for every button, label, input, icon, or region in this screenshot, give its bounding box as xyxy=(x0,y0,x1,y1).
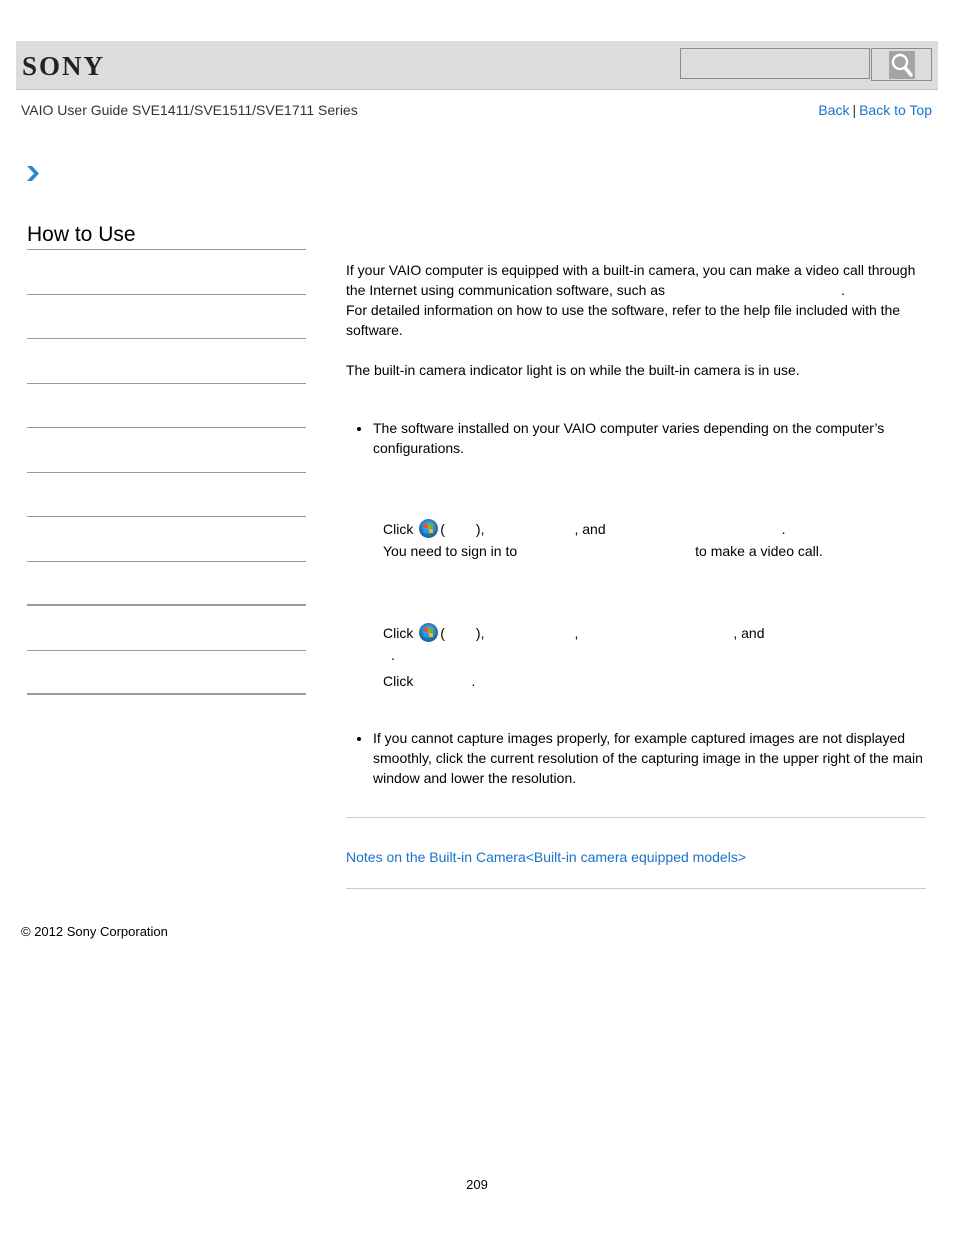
sidebar-item[interactable] xyxy=(27,473,306,517)
open-paren: ( xyxy=(440,521,445,537)
sidebar-item[interactable] xyxy=(27,250,306,295)
sidebar-item[interactable] xyxy=(27,651,306,695)
sidebar-item[interactable] xyxy=(27,517,306,562)
step-a-line-2: You need to sign in to to make a video ca… xyxy=(346,540,926,562)
intro-line-3: For detailed information on how to use t… xyxy=(346,302,901,338)
step-b-line-1: Click (),, , and xyxy=(346,622,926,644)
intro-line-1: If your VAIO computer is equipped with a… xyxy=(346,262,916,278)
intro-line-2-text: the Internet using communication softwar… xyxy=(346,282,666,298)
sidebar-heading: How to Use xyxy=(27,223,306,250)
page-number: 209 xyxy=(466,1177,488,1192)
copyright: © 2012 Sony Corporation xyxy=(21,924,168,939)
header-bar: SONY xyxy=(16,41,938,90)
windows-start-icon xyxy=(419,623,439,642)
sidebar-list xyxy=(27,250,306,695)
step-a-line-1: Click (), , and. xyxy=(346,518,926,540)
back-link[interactable]: Back xyxy=(818,102,849,118)
chevron-right-icon xyxy=(27,166,39,181)
click-text: Click xyxy=(383,625,414,641)
note-item: The software installed on your VAIO comp… xyxy=(346,418,926,458)
sony-logo: SONY xyxy=(22,51,106,81)
period: . xyxy=(781,521,786,537)
top-navigation: Back | Back to Top xyxy=(818,102,932,118)
sidebar-item[interactable] xyxy=(27,384,306,428)
magnifier-icon xyxy=(888,50,915,79)
search-button[interactable] xyxy=(871,48,932,81)
sidebar-item[interactable] xyxy=(27,428,306,473)
intro-period: . xyxy=(841,282,845,298)
signin-suffix: to make a video call. xyxy=(695,543,823,559)
and-text: , and xyxy=(733,625,765,641)
sidebar-item[interactable] xyxy=(27,606,306,651)
step-c-line: Click. xyxy=(346,670,926,692)
signin-prefix: You need to sign in to xyxy=(383,543,518,559)
related-topic-link[interactable]: Notes on the Built-in Camera<Built-in ca… xyxy=(346,849,746,865)
note-item: If you cannot capture images properly, f… xyxy=(346,728,926,788)
step-b-line-2: . xyxy=(346,644,926,670)
intro-line-2: the Internet using communication softwar… xyxy=(346,280,926,300)
guide-title: VAIO User Guide SVE1411/SVE1511/SVE1711 … xyxy=(21,102,358,118)
divider xyxy=(346,888,926,889)
click-text: Click xyxy=(383,521,414,537)
open-paren: ( xyxy=(440,625,445,641)
and-text: , and xyxy=(574,521,606,537)
period: . xyxy=(391,647,395,663)
close-paren: ), xyxy=(475,521,485,537)
back-to-top-link[interactable]: Back to Top xyxy=(859,102,932,118)
nav-separator: | xyxy=(852,102,857,118)
indicator-note: The built-in camera indicator light is o… xyxy=(346,362,800,378)
divider xyxy=(346,817,926,818)
period: . xyxy=(471,673,476,689)
click-text: Click xyxy=(383,673,414,689)
sidebar-item[interactable] xyxy=(27,295,306,339)
comma: , xyxy=(574,625,579,641)
search-input[interactable] xyxy=(680,48,870,79)
note-list-1: The software installed on your VAIO comp… xyxy=(346,418,926,458)
sidebar-item[interactable] xyxy=(27,562,306,606)
sidebar-item[interactable] xyxy=(27,339,306,384)
note-list-2: If you cannot capture images properly, f… xyxy=(346,728,926,788)
windows-start-icon xyxy=(419,519,439,538)
close-paren: ), xyxy=(475,625,485,641)
main-content: If your VAIO computer is equipped with a… xyxy=(346,260,926,788)
